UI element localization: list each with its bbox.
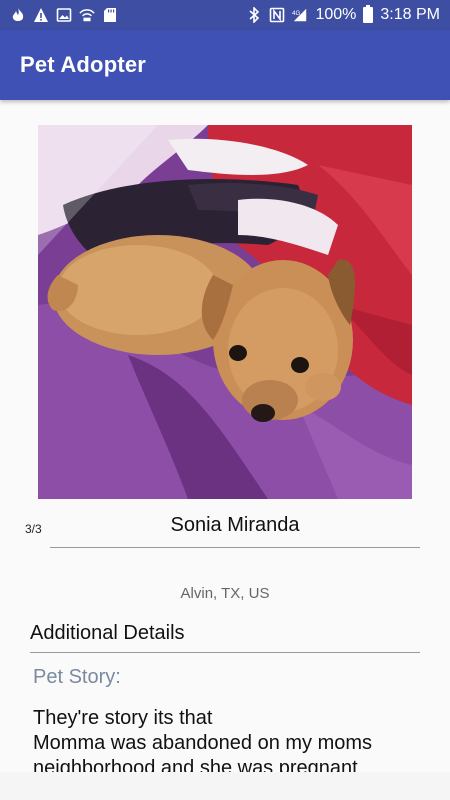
status-bar: 4G 100% 3:18 PM bbox=[0, 0, 450, 30]
additional-details-heading: Additional Details bbox=[30, 622, 420, 653]
battery-percent: 100% bbox=[315, 6, 357, 23]
status-time: 3:18 PM bbox=[380, 6, 440, 23]
signal-icon: 4G bbox=[292, 7, 308, 23]
image-icon bbox=[56, 7, 72, 23]
puppy-photo[interactable] bbox=[38, 125, 412, 499]
photo-counter: 3/3 bbox=[25, 522, 42, 536]
flame-icon bbox=[10, 7, 26, 23]
nfc-icon bbox=[269, 7, 285, 23]
pet-name: Sonia Miranda bbox=[50, 514, 420, 548]
bottom-bar bbox=[0, 772, 450, 800]
pet-story-label: Pet Story: bbox=[33, 666, 121, 688]
app-bar: Pet Adopter bbox=[0, 30, 450, 100]
pet-detail-content[interactable]: 3/3 Sonia Miranda Alvin, TX, US Addition… bbox=[0, 100, 450, 772]
battery-icon bbox=[363, 5, 374, 23]
pet-location: Alvin, TX, US bbox=[180, 585, 270, 602]
app-title: Pet Adopter bbox=[20, 52, 147, 77]
pet-story-text: They're story its that Momma was abandon… bbox=[33, 707, 373, 772]
sd-card-icon bbox=[102, 7, 118, 23]
warning-icon bbox=[33, 7, 49, 23]
bluetooth-icon bbox=[246, 7, 262, 23]
svg-text:4G: 4G bbox=[292, 10, 300, 17]
wifi-calling-icon bbox=[79, 7, 95, 23]
